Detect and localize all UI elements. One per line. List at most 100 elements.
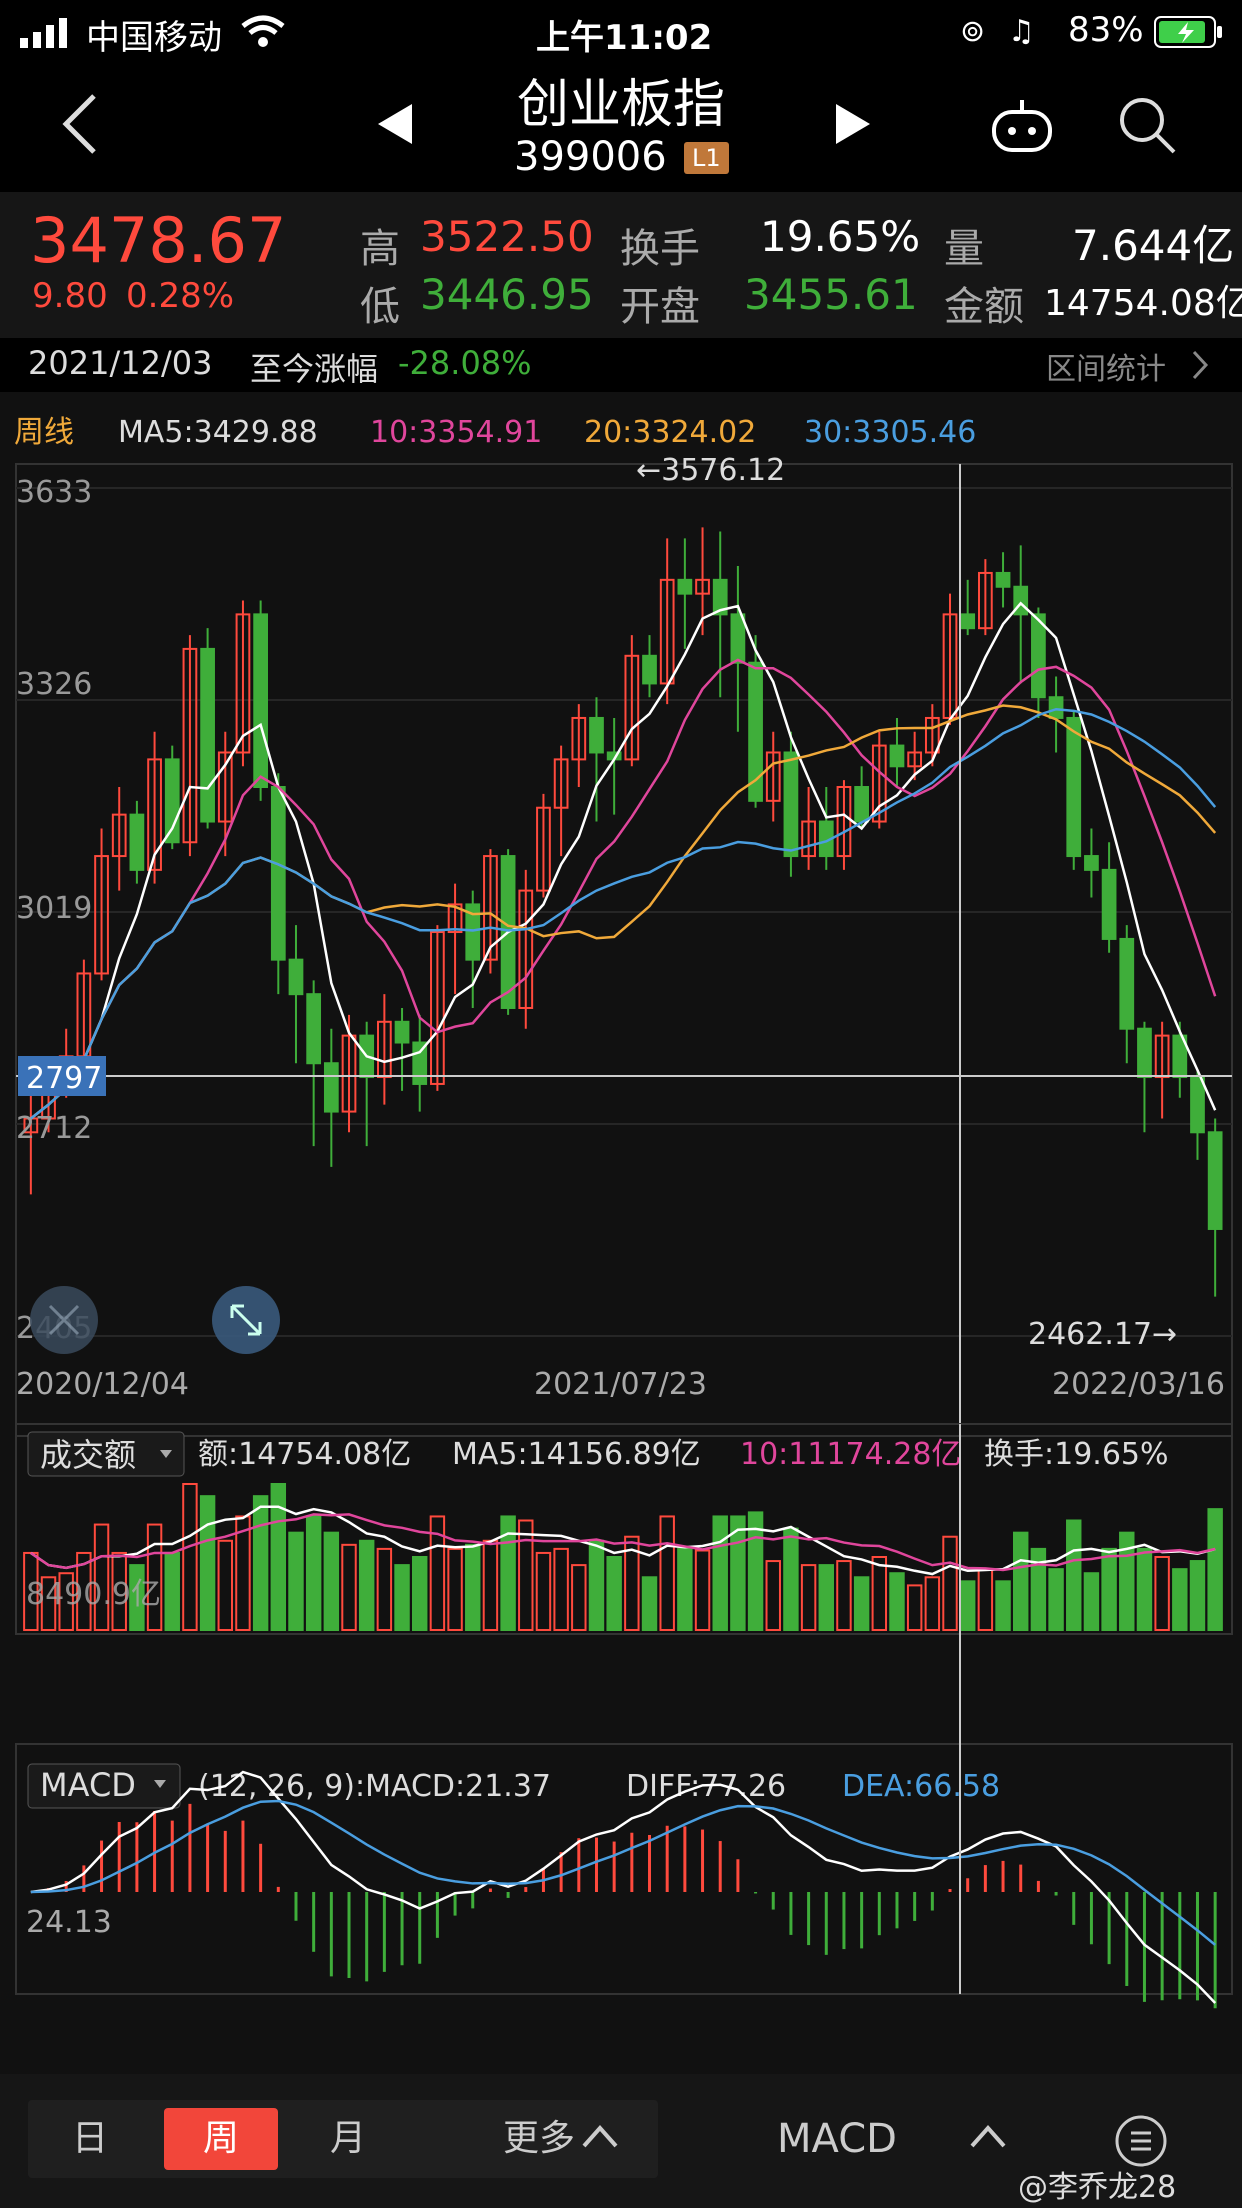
macd-selector-label: MACD (40, 1766, 136, 1804)
volume-bar (942, 1535, 958, 1631)
candle-body (730, 613, 746, 664)
status-bar: 中国移动 上午11:02 ⊚ ♫ 83% (0, 0, 1242, 62)
volume-bar (482, 1539, 499, 1632)
candle-body (323, 1062, 339, 1113)
crosshair-value: 2797 (26, 1061, 102, 1096)
volume-bar (1066, 1519, 1082, 1631)
candle-body (129, 813, 145, 871)
candle-body (1084, 855, 1099, 871)
volume-bar (641, 1576, 658, 1632)
y-tick-3019: 3019 (16, 891, 92, 926)
volume-bar (906, 1584, 923, 1632)
volume-bar (1136, 1547, 1153, 1632)
volume-bar (800, 1564, 817, 1631)
volume-bar (358, 1539, 375, 1632)
candle-body (1137, 1027, 1152, 1079)
candle-body (642, 654, 657, 685)
rotation-lock-icon: ⊚ (960, 14, 986, 49)
range-bar[interactable]: 2021/12/03 至今涨幅 -28.08% 区间统计 (14, 338, 1232, 390)
period-label: 周线 (14, 415, 74, 450)
volume-bar (836, 1560, 852, 1631)
volume-bar (518, 1519, 534, 1631)
volume-bar (571, 1564, 587, 1631)
tab-day[interactable]: 日 (40, 2108, 140, 2170)
volume-bar (1154, 1556, 1170, 1631)
volume-bar (447, 1547, 463, 1632)
candle-body (394, 1020, 410, 1044)
candle-body (960, 613, 976, 630)
carrier-label: 中国移动 (86, 18, 222, 58)
candle-body (889, 744, 905, 768)
volume-bar (1189, 1560, 1206, 1631)
volume-axis-label: 8490.9亿 (26, 1577, 161, 1612)
turnover-label: 换手 (620, 226, 700, 272)
candle-body (288, 958, 304, 996)
chart-svg[interactable]: 周线 MA5:3429.88 10:3354.91 20:3324.02 30:… (0, 392, 1242, 2074)
open-value: 3455.61 (744, 270, 918, 319)
last-price: 3478.67 (30, 204, 287, 277)
high-label: 高 (360, 226, 400, 272)
x-label-mid: 2021/07/23 (534, 1367, 707, 1402)
candle-body (1101, 868, 1117, 940)
volume-bar (1013, 1531, 1029, 1631)
volume-bar (376, 1547, 393, 1632)
volume-bar (977, 1568, 994, 1631)
volume-bar (1101, 1547, 1117, 1632)
volume-bar (341, 1543, 357, 1632)
battery-icon (1154, 16, 1222, 48)
watermark: @李乔龙28 (1018, 2170, 1177, 2205)
next-triangle-icon[interactable] (832, 102, 872, 146)
candle-body (1119, 937, 1135, 1030)
price-change: 9.80 (32, 276, 108, 316)
tab-month[interactable]: 月 (298, 2108, 398, 2170)
battery-label: 83% (1068, 10, 1144, 50)
volume-bar (924, 1576, 941, 1632)
chart-area[interactable]: 周线 MA5:3429.88 10:3354.91 20:3324.02 30:… (0, 392, 1242, 2074)
volume-bar (677, 1547, 693, 1632)
volume-bar (959, 1580, 976, 1632)
ma30-legend: 30:3305.46 (804, 415, 976, 450)
indicator-selector[interactable]: MACD (752, 2108, 922, 2170)
chevron-right-icon[interactable] (1190, 350, 1210, 380)
ma20-legend: 20:3324.02 (584, 415, 756, 450)
volume-bar (889, 1572, 905, 1631)
volume-bar (412, 1556, 428, 1631)
page-title: 创业板指 (516, 75, 725, 135)
candle-body (1066, 716, 1082, 858)
volume-bar (995, 1580, 1011, 1632)
search-icon[interactable] (1118, 96, 1178, 156)
candle-body (589, 716, 604, 754)
collapse-button[interactable] (30, 1286, 98, 1354)
expand-icon[interactable] (212, 1286, 280, 1354)
volume-bar (783, 1527, 799, 1631)
x-label-start: 2020/12/04 (16, 1367, 189, 1402)
headphones-icon: ♫ (1008, 14, 1035, 49)
nav-bar: 创业板指 399006 L1 (0, 62, 1242, 192)
volume-bar (694, 1549, 711, 1631)
kline-frame (15, 463, 1233, 1437)
stock-code: 399006 (514, 134, 667, 180)
volume-bar (871, 1556, 888, 1631)
range-label: 至今涨幅 (250, 350, 379, 388)
volume-bar (1207, 1508, 1223, 1631)
robot-icon[interactable] (990, 98, 1054, 154)
volume-ma10: 10:11174.28亿 (740, 1437, 961, 1472)
signal-icon (20, 18, 67, 48)
volume-bar (606, 1556, 622, 1631)
chevron-up-icon[interactable] (582, 2124, 618, 2150)
tab-week[interactable]: 周 (164, 2108, 278, 2170)
candle-body (1031, 613, 1046, 699)
volume-bar (535, 1551, 552, 1632)
candle-body (1048, 696, 1064, 719)
candle-body (200, 647, 215, 823)
menu-icon[interactable] (1114, 2114, 1168, 2168)
tab-more[interactable]: 更多 (484, 2108, 594, 2170)
volume-bar (1172, 1568, 1188, 1631)
volume-bar (199, 1495, 216, 1631)
y-tick-3633: 3633 (16, 475, 92, 510)
macd-diff: DIFF:77.26 (626, 1769, 786, 1804)
volume-bar (252, 1495, 269, 1631)
macd-histogram (47, 1803, 1217, 2009)
indicator-chevron-up-icon[interactable] (970, 2124, 1006, 2150)
range-stats-link[interactable]: 区间统计 (1046, 344, 1166, 388)
